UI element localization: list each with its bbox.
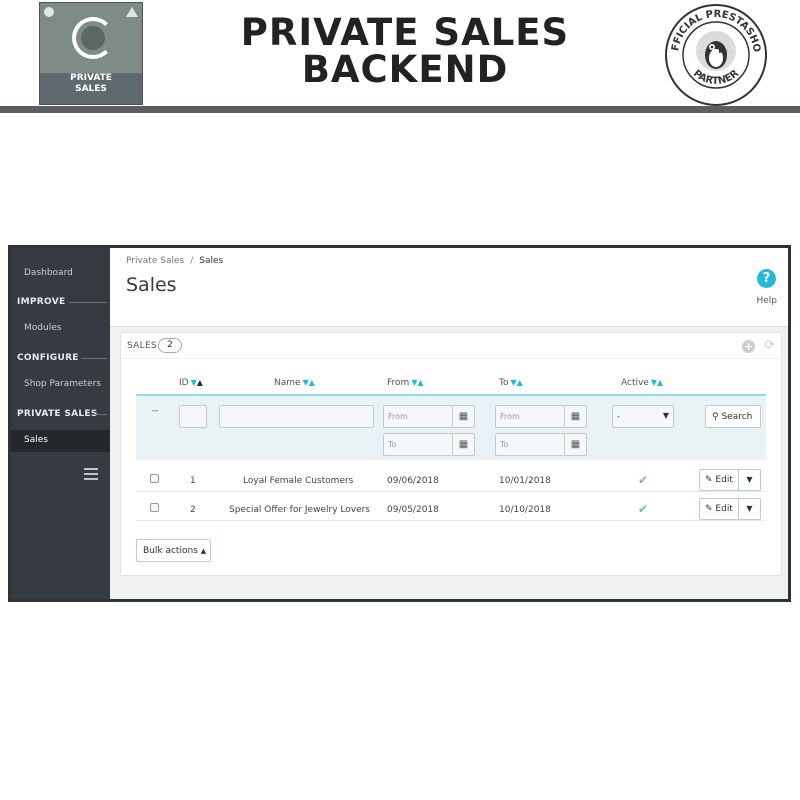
chevron-down-icon: ▼ [746,475,753,484]
logo-text-line1: PRIVATE [70,73,112,83]
sidebar-item-sales-label: Sales [24,435,48,445]
sales-list-panel: SALES 2 + ⟳ ID ▼▲ Name ▼▲ From ▼▲ To ▼▲ Acti… [120,332,782,576]
row-id: 1 [190,476,196,486]
promo-banner: PRIVATE SALES PRIVATE SALES BACKEND OFFI… [0,0,800,113]
calendar-icon[interactable]: ▦ [453,405,475,428]
calendar-icon[interactable]: ▦ [565,433,587,456]
prestashop-mark-icon [44,7,54,17]
column-header-active[interactable]: Active ▼▲ [621,378,663,388]
sidebar-section-improve: IMPROVE [17,297,66,307]
calendar-icon[interactable]: ▦ [565,405,587,428]
count-badge: 2 [158,338,182,353]
backoffice-window: Dashboard IMPROVE Modules CONFIGURE Shop… [8,245,791,602]
row-checkbox[interactable] [150,474,159,483]
id-filter-input[interactable] [179,405,207,428]
pencil-icon: ✎ [705,475,713,485]
sidebar: Dashboard IMPROVE Modules CONFIGURE Shop… [11,248,110,599]
row-actions-dropdown[interactable]: ▼ [739,498,761,520]
search-button[interactable]: ⚲ Search [705,405,761,428]
row-to: 10/01/2018 [499,476,551,486]
panel-header: SALES 2 + ⟳ [121,333,781,359]
row-name: Loyal Female Customers [243,476,354,486]
column-header-id[interactable]: ID ▼▲ [179,378,203,388]
to-end-input[interactable]: To [495,433,565,456]
add-new-icon[interactable]: + [742,340,755,353]
column-header-to[interactable]: To ▼▲ [499,378,523,388]
edit-button[interactable]: ✎ Edit [699,469,739,491]
breadcrumb: Private Sales / Sales [126,256,224,266]
column-header-from[interactable]: From ▼▲ [387,378,424,388]
from-end-input[interactable]: To [383,433,453,456]
caret-up-icon: ▲ [200,547,207,555]
row-name: Special Offer for Jewelry Lovers [229,505,370,515]
sidebar-section-configure: CONFIGURE [17,353,79,363]
menu-toggle-icon[interactable] [84,468,98,483]
sidebar-item-dashboard[interactable]: Dashboard [24,268,73,278]
pencil-icon: ✎ [705,504,713,514]
active-filter-select[interactable]: - ▼ [612,405,674,428]
column-header-name[interactable]: Name ▼▲ [274,378,315,388]
row-from: 09/05/2018 [387,505,439,515]
bulk-actions-button[interactable]: Bulk actions ▲ [136,539,211,562]
sort-icon: ▼▲ [650,378,664,387]
refresh-icon[interactable]: ⟳ [764,338,775,353]
module-logo: PRIVATE SALES [39,2,143,105]
panel-title: SALES [127,341,157,351]
sort-icon: ▼▲ [510,378,523,387]
filter-dash: -- [152,406,159,416]
from-start-input[interactable]: From [383,405,453,428]
sidebar-section-private-sales: PRIVATE SALES [17,409,98,419]
edit-button[interactable]: ✎ Edit [699,498,739,520]
sort-icon: ▼▲ [190,378,203,387]
row-id: 2 [190,505,196,515]
banner-title: PRIVATE SALES BACKEND [240,11,570,91]
check-icon[interactable]: ✔ [638,473,648,487]
search-icon: ⚲ [712,412,719,422]
breadcrumb-private-sales[interactable]: Private Sales [126,256,184,266]
page-header: Private Sales / Sales Sales ? Help [110,248,788,327]
sort-icon: ▼▲ [411,378,424,387]
breadcrumb-current: Sales [199,256,224,266]
sidebar-item-shop-parameters[interactable]: Shop Parameters [24,379,101,389]
sidebar-item-modules[interactable]: Modules [24,323,61,333]
chevron-down-icon: ▼ [746,504,753,513]
calendar-icon[interactable]: ▦ [453,433,475,456]
prestashop-partner-seal: OFFICIAL PRESTASHOP PARTNER [664,3,767,106]
row-checkbox[interactable] [150,503,159,512]
sidebar-item-sales[interactable]: Sales [11,430,110,452]
row-from: 09/06/2018 [387,476,439,486]
chevron-down-icon: ▼ [662,411,669,420]
table-row [136,463,766,492]
row-actions-dropdown[interactable]: ▼ [739,469,761,491]
check-icon[interactable]: ✔ [638,502,648,516]
to-start-input[interactable]: From [495,405,565,428]
page-title: Sales [126,274,177,296]
sort-icon: ▼▲ [302,378,315,387]
name-filter-input[interactable] [219,405,374,428]
help-link[interactable]: Help [756,296,777,306]
help-icon[interactable]: ? [757,269,776,288]
logo-text-line2: SALES [75,84,107,94]
row-to: 10/10/2018 [499,505,551,515]
banner-divider [0,106,800,113]
